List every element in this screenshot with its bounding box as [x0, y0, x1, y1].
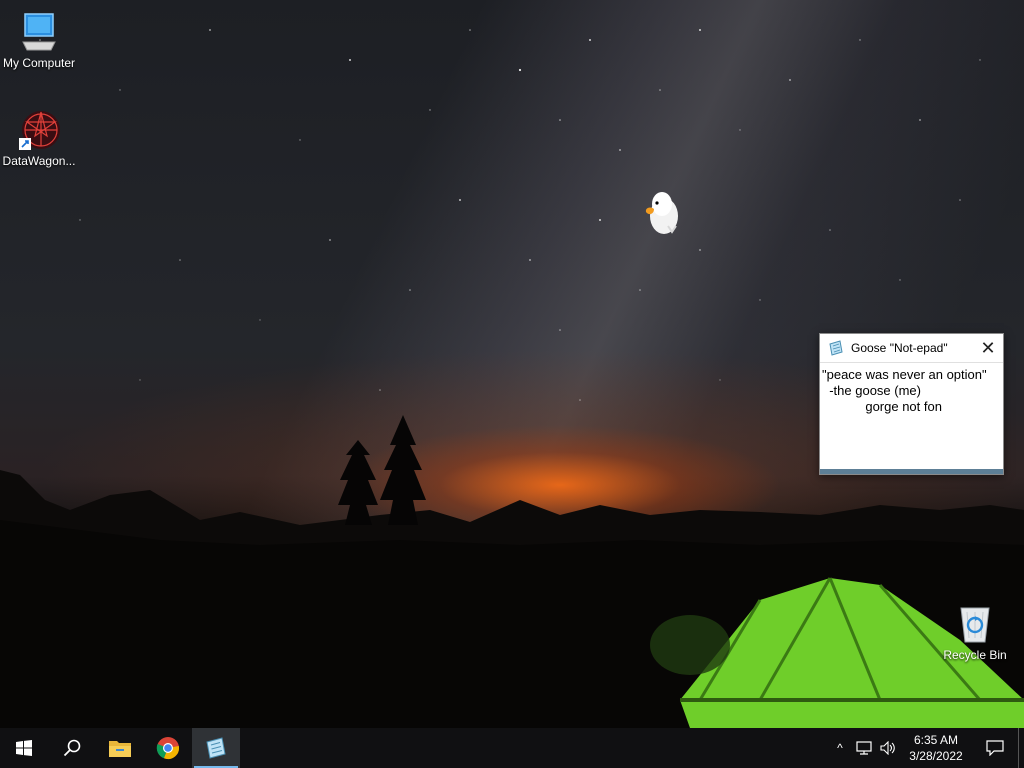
notepad-text-area[interactable] — [821, 365, 1000, 471]
goose-notepad-taskbar-button[interactable] — [192, 728, 240, 768]
start-icon — [16, 740, 32, 756]
notepad-titlebar[interactable]: Goose "Not-epad" ✕ — [820, 334, 1003, 363]
search-icon — [63, 739, 81, 757]
file-explorer-icon — [109, 741, 131, 757]
show-hidden-icons-button[interactable]: ^ — [828, 728, 852, 768]
goose-notepad-window[interactable]: Goose "Not-epad" ✕ — [819, 333, 1004, 475]
taskbar-clock[interactable]: 6:35 AM 3/28/2022 — [900, 732, 972, 764]
show-desktop-button[interactable] — [1018, 728, 1024, 768]
chevron-up-icon: ^ — [837, 741, 843, 755]
recycle-bin-icon — [960, 607, 990, 643]
datawagon-label: DataWagon... — [2, 154, 76, 168]
my-computer-label: My Computer — [2, 56, 76, 70]
notepad-icon — [206, 737, 226, 759]
clock-date: 3/28/2022 — [909, 749, 963, 763]
network-icon — [856, 741, 872, 755]
notepad-title: Goose "Not-epad" — [851, 341, 948, 355]
recycle-bin-label: Recycle Bin — [943, 648, 1007, 662]
system-tray: ^ 6:35 AM 3/28/2022 — [828, 728, 1024, 768]
datawagon-shortcut-icon — [19, 111, 60, 150]
desktop-icon-recycle-bin[interactable]: Recycle Bin — [937, 602, 1013, 662]
computer-icon — [22, 13, 56, 51]
volume-icon — [880, 741, 895, 755]
notepad-bottom-bar — [820, 469, 1003, 474]
action-center-button[interactable] — [972, 728, 1018, 768]
volume-button[interactable] — [876, 728, 900, 768]
desktop-icon-my-computer[interactable]: My Computer — [1, 10, 77, 70]
clock-time: 6:35 AM — [913, 733, 959, 747]
desktop-icon-datawagon[interactable]: DataWagon... — [1, 108, 77, 168]
start-button[interactable] — [0, 728, 48, 768]
chrome-icon — [156, 737, 179, 760]
taskbar: ^ 6:35 AM 3/28/2022 — [0, 728, 1024, 768]
notification-icon — [986, 740, 1004, 756]
network-button[interactable] — [852, 728, 876, 768]
desktop-goose[interactable] — [640, 186, 684, 238]
search-button[interactable] — [48, 728, 96, 768]
notepad-icon — [829, 340, 843, 356]
chrome-button[interactable] — [144, 728, 192, 768]
close-button[interactable]: ✕ — [973, 334, 1003, 362]
file-explorer-button[interactable] — [96, 728, 144, 768]
